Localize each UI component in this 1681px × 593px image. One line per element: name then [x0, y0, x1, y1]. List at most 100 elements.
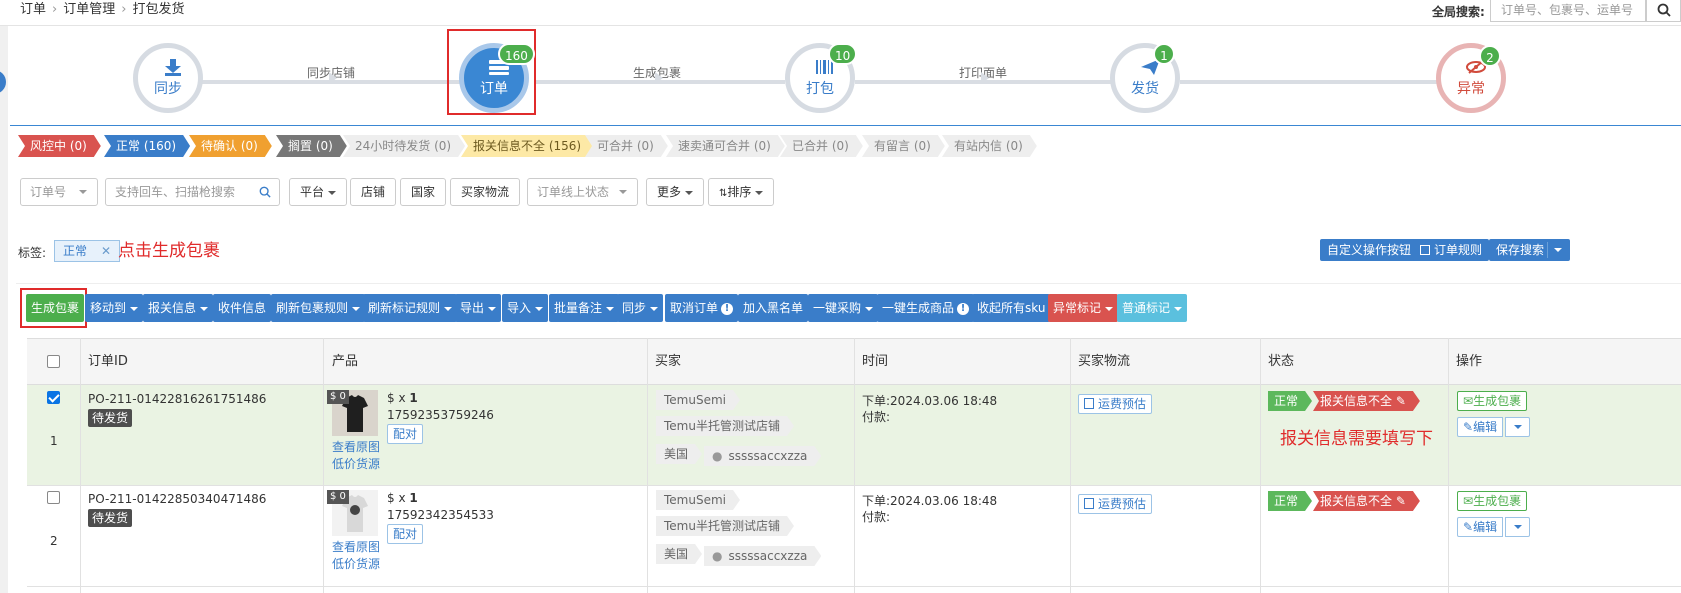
- breadcrumb-order-management[interactable]: 订单管理: [63, 2, 115, 17]
- column-divider: [80, 338, 81, 593]
- order-id[interactable]: PO-211-01422816261751486: [88, 392, 266, 406]
- tab-mergeable[interactable]: 可合并 (0): [585, 135, 668, 157]
- tab-pending-confirm[interactable]: 待确认 (0): [189, 135, 272, 157]
- customs-info-button[interactable]: 报关信息: [143, 294, 214, 322]
- collapse-all-sku-button[interactable]: 收起所有sku: [972, 294, 1051, 322]
- chevron-down-icon: [1105, 306, 1114, 311]
- cancel-order-button[interactable]: 取消订单!: [665, 294, 739, 322]
- breadcrumb-orders[interactable]: 订单: [20, 2, 46, 17]
- buyer-user-tag: ● sssssaccxzza: [704, 546, 821, 566]
- row-edit-button[interactable]: ✎编辑: [1457, 417, 1504, 437]
- tab-has-inbox[interactable]: 有站内信 (0): [942, 135, 1037, 157]
- view-original-image-link[interactable]: 查看原图: [332, 438, 380, 455]
- status-normal-tag: 正常: [1268, 391, 1312, 411]
- col-order-id: 订单ID: [88, 354, 128, 369]
- row-checkbox[interactable]: [47, 391, 60, 404]
- download-icon: [165, 59, 181, 76]
- row-edit-dropdown[interactable]: [1505, 417, 1530, 437]
- status-customs-tag[interactable]: 报关信息不全 ✎: [1313, 391, 1420, 411]
- chevron-down-icon: [606, 306, 615, 311]
- tab-on-hold[interactable]: 搁置 (0): [276, 135, 347, 157]
- sync-button[interactable]: 同步: [617, 294, 664, 322]
- buyer-shop-tag: Temu半托管测试店铺: [656, 516, 794, 536]
- view-original-image-link[interactable]: 查看原图: [332, 538, 380, 555]
- tab-merged[interactable]: 已合并 (0): [780, 135, 863, 157]
- col-buyer: 买家: [655, 354, 682, 369]
- annotation-click-generate: 点击生成包裹: [118, 241, 220, 261]
- row-index: 1: [50, 434, 58, 448]
- recipient-info-button[interactable]: 收件信息: [213, 294, 272, 322]
- low-price-source-link[interactable]: 低价货源: [332, 455, 380, 472]
- step-sync[interactable]: 同步: [133, 43, 203, 113]
- pair-button[interactable]: 配对: [387, 424, 424, 444]
- pair-button[interactable]: 配对: [387, 524, 424, 544]
- normal-mark-button[interactable]: 普通标记: [1117, 294, 1188, 322]
- row-generate-package-button[interactable]: ✉生成包裹: [1457, 391, 1528, 411]
- sort-dropdown[interactable]: ⇅排序: [708, 178, 775, 206]
- export-button[interactable]: 导出: [455, 294, 502, 322]
- buyer-logistics-button[interactable]: 买家物流: [450, 178, 521, 206]
- save-search-button[interactable]: 保存搜索: [1489, 239, 1571, 261]
- left-gutter: [0, 26, 8, 593]
- row-edit-button[interactable]: ✎编辑: [1457, 517, 1504, 537]
- close-icon[interactable]: ✕: [101, 244, 111, 258]
- platform-dropdown[interactable]: 平台: [289, 178, 348, 206]
- country-button[interactable]: 国家: [400, 178, 447, 206]
- select-all-checkbox[interactable]: [47, 355, 60, 368]
- one-click-generate-product-button[interactable]: 一键生成商品!: [877, 294, 975, 322]
- chevron-down-icon: [444, 306, 453, 311]
- freight-estimate-button[interactable]: 运费预估: [1078, 494, 1153, 514]
- calculator-icon: [1084, 398, 1094, 409]
- sku-id: 17592353759246: [387, 408, 494, 422]
- tab-risk-control[interactable]: 风控中 (0): [18, 135, 101, 157]
- chevron-down-icon: [1174, 306, 1183, 311]
- column-divider: [854, 338, 855, 593]
- step-pack-badge: 10: [828, 43, 858, 65]
- tab-has-message[interactable]: 有留言 (0): [862, 135, 945, 157]
- move-to-button[interactable]: 移动到: [85, 294, 144, 322]
- tab-normal[interactable]: 正常 (160): [104, 135, 190, 157]
- global-search-button[interactable]: [1646, 0, 1681, 22]
- global-search-input[interactable]: 订单号、包裹号、运单号: [1490, 0, 1646, 22]
- low-price-source-link[interactable]: 低价货源: [332, 555, 380, 572]
- order-id[interactable]: PO-211-01422850340471486: [88, 492, 266, 506]
- global-search-label: 全局搜索:: [1432, 5, 1485, 19]
- store-button[interactable]: 店铺: [350, 178, 397, 206]
- tab-aliexpress-mergeable[interactable]: 速卖通可合并 (0): [666, 135, 785, 157]
- edit-icon: ✎: [1395, 394, 1406, 408]
- step-orders-label: 订单: [480, 81, 508, 97]
- column-divider: [323, 338, 324, 593]
- chevron-down-icon[interactable]: [1554, 248, 1563, 252]
- status-badge: 待发货: [88, 509, 133, 527]
- refresh-tag-rules-button[interactable]: 刷新标记规则: [363, 294, 458, 322]
- freight-estimate-button[interactable]: 运费预估: [1078, 394, 1153, 414]
- column-divider: [647, 338, 648, 593]
- chevron-down-icon: [1513, 524, 1522, 529]
- sku-id: 17592342354533: [387, 508, 494, 522]
- generate-package-button[interactable]: 生成包裹: [26, 294, 85, 322]
- custom-ops-button[interactable]: 自定义操作按钮: [1320, 239, 1419, 261]
- more-dropdown[interactable]: 更多: [646, 178, 705, 206]
- row-edit-dropdown[interactable]: [1505, 517, 1530, 537]
- refresh-package-rules-button[interactable]: 刷新包裹规则: [271, 294, 366, 322]
- one-click-purchase-button[interactable]: 一键采购: [808, 294, 879, 322]
- add-blacklist-button[interactable]: 加入黑名单: [738, 294, 809, 322]
- exception-mark-button[interactable]: 异常标记: [1048, 294, 1119, 322]
- tab-customs-incomplete[interactable]: 报关信息不全 (156): [461, 135, 595, 157]
- paper-plane-icon: [1141, 59, 1160, 75]
- import-button[interactable]: 导入: [502, 294, 549, 322]
- row-generate-package-button[interactable]: ✉生成包裹: [1457, 491, 1528, 511]
- tab-24h-pending[interactable]: 24小时待发货 (0): [343, 135, 465, 157]
- row-checkbox[interactable]: [47, 491, 60, 504]
- order-rules-button[interactable]: 订单规则: [1413, 239, 1490, 261]
- scan-search-input[interactable]: 支持回车、扫描枪搜索: [105, 178, 280, 206]
- batch-note-button[interactable]: 批量备注: [549, 294, 620, 322]
- tag-chip-normal[interactable]: 正常 ✕: [54, 240, 121, 262]
- online-status-select[interactable]: 订单线上状态: [527, 178, 638, 206]
- chevron-down-icon: [328, 190, 337, 195]
- status-customs-tag[interactable]: 报关信息不全 ✎: [1313, 491, 1420, 511]
- pay-time: 付款:: [862, 510, 891, 524]
- step-orders-badge: 160: [498, 43, 535, 65]
- top-bar: [0, 0, 1681, 26]
- order-number-select[interactable]: 订单号: [20, 178, 98, 206]
